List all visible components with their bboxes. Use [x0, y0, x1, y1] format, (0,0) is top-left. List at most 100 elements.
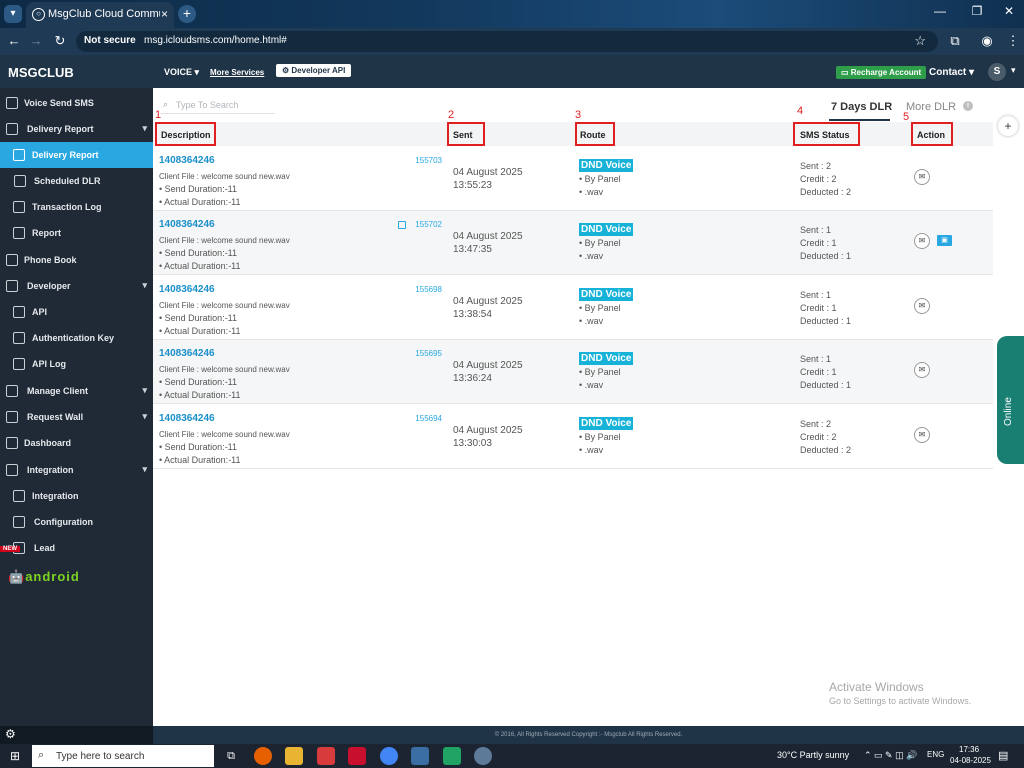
app-icon[interactable]	[443, 747, 461, 765]
chevron-down-icon: ▾	[142, 123, 147, 133]
card-icon: ▭	[841, 68, 851, 77]
new-tab-button[interactable]: +	[178, 5, 196, 23]
message-icon[interactable]: ✉	[914, 169, 930, 185]
sidebar-item-phone-book[interactable]: Phone Book	[0, 247, 153, 273]
sidebar-item-developer[interactable]: Developer ▾	[0, 273, 153, 299]
search-input[interactable]	[176, 98, 273, 112]
message-icon[interactable]: ✉	[914, 362, 930, 378]
campaign-id-link[interactable]: 155694	[393, 414, 442, 423]
extensions-icon[interactable]: ⧉	[946, 33, 964, 49]
url-text[interactable]: msg.icloudsms.com/home.html#	[144, 35, 287, 46]
sidebar-item-request-wall[interactable]: Request Wall ▾	[0, 404, 153, 430]
sidebar-item-delivery-report[interactable]: Delivery Report	[0, 142, 153, 168]
book-icon	[6, 254, 18, 266]
mobile-number-link[interactable]: 1408364246	[159, 155, 215, 166]
campaign-id-link[interactable]: 155695	[393, 349, 442, 358]
mobile-number-link[interactable]: 1408364246	[159, 284, 215, 295]
sidebar-item-transaction-log[interactable]: Transaction Log	[0, 194, 153, 220]
developer-api-button[interactable]: ⚙ Developer API	[276, 64, 352, 77]
avatar-chevron-down-icon[interactable]: ▾	[1011, 65, 1016, 76]
chrome-icon[interactable]	[380, 747, 398, 765]
windows-start-icon[interactable]: ⊞	[10, 749, 20, 763]
app-icon[interactable]	[474, 747, 492, 765]
voice-menu[interactable]: VOICE ▾	[164, 67, 199, 78]
monitor-icon	[6, 280, 18, 292]
campaign-id-link[interactable]: 155698	[393, 285, 442, 294]
avatar[interactable]: S	[988, 63, 1006, 81]
campaign-id-link[interactable]: 155703	[393, 156, 442, 165]
sidebar-item-voice-send-sms[interactable]: Voice Send SMS	[0, 90, 153, 116]
callout-box-4	[793, 122, 860, 146]
close-window-icon[interactable]: ✕	[994, 4, 1024, 18]
message-icon[interactable]: ✉	[914, 298, 930, 314]
wps-icon[interactable]	[348, 747, 366, 765]
monitor-icon	[13, 332, 25, 344]
mobile-number-link[interactable]: 1408364246	[159, 348, 215, 359]
campaign-id-link[interactable]: 155702	[393, 220, 442, 229]
sidebar-item-scheduled-dlr[interactable]: Scheduled DLR	[0, 168, 153, 194]
sidebar-item-label: Configuration	[34, 517, 93, 527]
more-services-link[interactable]: More Services	[210, 68, 264, 77]
sidebar-item-integration[interactable]: Integration	[0, 483, 153, 509]
profile-icon[interactable]: ◉	[978, 33, 996, 49]
sidebar-item-label: Lead	[34, 543, 56, 553]
notifications-icon[interactable]: ▤	[998, 749, 1008, 762]
tab-7-days-dlr[interactable]: 7 Days DLR	[831, 101, 892, 113]
taskbar-search-box[interactable]: ⌕ Type here to search	[32, 745, 214, 767]
app-icon[interactable]	[411, 747, 429, 765]
browser-menu-icon[interactable]: ⋮	[1004, 33, 1022, 49]
bookmark-star-icon[interactable]: ☆	[914, 33, 926, 49]
app-header: MSGCLUB VOICE ▾ More Services ⚙ Develope…	[0, 55, 1024, 88]
mobile-number-link[interactable]: 1408364246	[159, 413, 215, 424]
file-explorer-icon[interactable]	[285, 747, 303, 765]
restore-icon[interactable]: ❐	[962, 4, 992, 18]
tab-more-dlr[interactable]: More DLR	[906, 101, 956, 113]
sidebar-item-dashboard[interactable]: Dashboard	[0, 430, 153, 456]
recharge-account-button[interactable]: ▭ Recharge Account	[836, 66, 927, 79]
back-icon[interactable]: ←	[5, 33, 23, 48]
task-view-icon[interactable]: ⧉	[222, 747, 240, 765]
route-wav: • .wav	[579, 445, 604, 455]
not-secure-label[interactable]: Not secure	[84, 35, 136, 46]
forward-icon[interactable]: →	[27, 33, 45, 48]
sidebar-item-api[interactable]: API	[0, 299, 153, 325]
minimize-icon[interactable]: —	[925, 4, 955, 18]
info-icon[interactable]: i	[963, 101, 973, 111]
sidebar-item-label: Manage Client	[27, 386, 89, 396]
clock-date[interactable]: 04-08-2025	[950, 756, 991, 765]
sidebar-item-manage-client[interactable]: Manage Client ▾	[0, 378, 153, 404]
users-icon	[13, 490, 25, 502]
clock-time[interactable]: 17:36	[959, 745, 979, 754]
firefox-icon[interactable]	[254, 747, 272, 765]
language-indicator[interactable]: ENG	[927, 750, 944, 759]
android-logo[interactable]: 🤖android	[8, 569, 80, 585]
tab-close-icon[interactable]: ×	[161, 7, 168, 21]
sidebar-item-lead[interactable]: Lead	[0, 535, 153, 561]
tab-dropdown-icon[interactable]: ▾	[4, 5, 22, 23]
new-badge: NEW	[0, 546, 20, 552]
omnibox[interactable]: Not secure msg.icloudsms.com/home.html# …	[76, 31, 938, 52]
add-button[interactable]: +	[998, 116, 1018, 136]
settings-gear-icon[interactable]: ⚙	[5, 727, 16, 741]
sent-time: 13:38:54	[453, 309, 492, 320]
reload-icon[interactable]: ↻	[51, 33, 69, 49]
voice-menu-label: VOICE	[164, 67, 193, 77]
app-icon[interactable]	[317, 747, 335, 765]
weather-widget[interactable]: 30°C Partly sunny	[777, 750, 849, 760]
gear-icon: ⚙	[282, 66, 292, 75]
message-icon[interactable]: ✉	[914, 427, 930, 443]
brand-logo[interactable]: MSGCLUB	[8, 65, 74, 80]
contact-menu[interactable]: Contact ▾	[929, 67, 974, 78]
mobile-number-link[interactable]: 1408364246	[159, 219, 215, 230]
online-chat-tab[interactable]: Online	[997, 336, 1024, 464]
sidebar-item-integration-group[interactable]: Integration ▾	[0, 457, 153, 483]
contact-card-icon[interactable]: ▣	[937, 235, 952, 246]
sidebar-item-report[interactable]: Report	[0, 220, 153, 246]
sidebar-item-api-log[interactable]: API Log	[0, 351, 153, 377]
sidebar-item-configuration[interactable]: Configuration	[0, 509, 153, 535]
sidebar-item-delivery-report-group[interactable]: Delivery Report ▾	[0, 116, 153, 142]
sidebar-item-authentication-key[interactable]: Authentication Key	[0, 325, 153, 351]
message-icon[interactable]: ✉	[914, 233, 930, 249]
browser-tab-active[interactable]: ○ MsgClub Cloud Communication ×	[26, 2, 174, 28]
system-tray-icons[interactable]: ⌃ ▭ ✎ ◫ 🔊	[864, 750, 917, 761]
